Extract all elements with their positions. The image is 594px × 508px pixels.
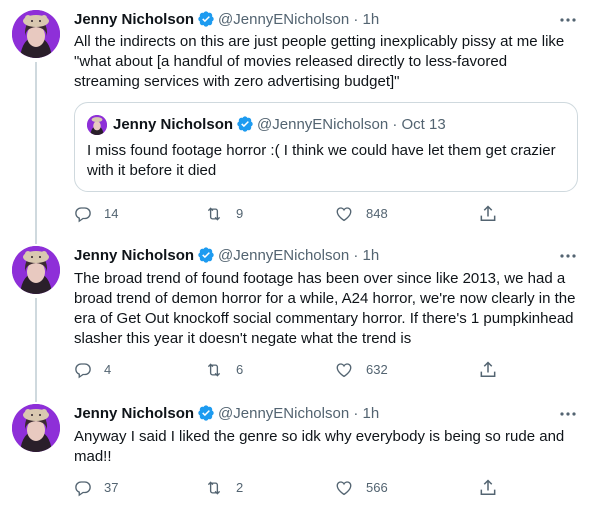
quote-timestamp: Oct 13 — [401, 116, 446, 133]
avatar-image — [12, 246, 60, 294]
tweet-header: Jenny Nicholson @JennyENicholson · 1h — [74, 246, 379, 266]
timestamp[interactable]: 1h — [363, 11, 380, 28]
like-button[interactable]: 566 — [334, 478, 388, 498]
handle[interactable]: @JennyENicholson — [218, 11, 349, 28]
tweet-text: All the indirects on this are just peopl… — [74, 33, 565, 90]
timestamp[interactable]: 1h — [363, 405, 380, 422]
handle[interactable]: @JennyENicholson — [218, 405, 349, 422]
verified-badge-icon — [236, 115, 254, 139]
action-bar: 37 2 566 — [74, 478, 580, 498]
timestamp[interactable]: 1h — [363, 247, 380, 264]
tweet-2[interactable]: Jenny Nicholson @JennyENicholson · 1h The… — [0, 236, 594, 394]
reply-button[interactable]: 37 — [74, 478, 118, 498]
thread-line — [35, 62, 37, 236]
quoted-tweet[interactable]: Jenny Nicholson @JennyENicholson · Oct 13… — [74, 102, 578, 192]
thread-line — [35, 236, 37, 244]
handle[interactable]: @JennyENicholson — [218, 247, 349, 264]
display-name[interactable]: Jenny Nicholson — [74, 405, 194, 422]
quote-avatar — [87, 115, 107, 135]
quote-display-name: Jenny Nicholson — [113, 116, 234, 133]
share-icon — [478, 478, 498, 498]
retweet-icon — [204, 479, 224, 497]
verified-badge-icon — [197, 246, 215, 270]
like-count: 848 — [366, 206, 388, 221]
tweet-header: Jenny Nicholson @JennyENicholson · 1h — [74, 404, 379, 424]
retweet-icon — [204, 205, 224, 223]
like-button[interactable]: 848 — [334, 204, 388, 224]
retweet-icon — [204, 361, 224, 379]
tweet-header: Jenny Nicholson @JennyENicholson · 1h — [74, 10, 379, 30]
separator-dot: · — [353, 405, 359, 422]
like-count: 632 — [366, 362, 388, 377]
reply-button[interactable]: 14 — [74, 204, 118, 224]
reply-button[interactable]: 4 — [74, 360, 111, 380]
avatar-image — [12, 404, 60, 452]
tweet-text: The broad trend of found footage has bee… — [74, 270, 576, 347]
reply-count: 4 — [104, 362, 112, 377]
thread-line — [35, 298, 37, 394]
display-name[interactable]: Jenny Nicholson — [74, 247, 194, 264]
like-button[interactable]: 632 — [334, 360, 388, 380]
tweet-3[interactable]: Jenny Nicholson @JennyENicholson · 1h Any… — [0, 394, 594, 508]
reply-icon — [74, 205, 92, 223]
verified-badge-icon — [197, 10, 215, 34]
retweet-count: 6 — [236, 362, 244, 377]
heart-icon — [334, 361, 354, 379]
avatar[interactable] — [12, 404, 60, 452]
share-icon — [478, 204, 498, 224]
reply-count: 37 — [104, 480, 119, 495]
like-count: 566 — [366, 480, 388, 495]
action-bar: 14 9 848 — [74, 204, 580, 224]
tweet-1[interactable]: Jenny Nicholson @JennyENicholson · 1h All… — [0, 0, 594, 236]
action-bar: 4 6 632 — [74, 360, 580, 380]
more-dots-icon[interactable] — [558, 246, 578, 266]
retweet-button[interactable]: 9 — [204, 204, 243, 224]
retweet-count: 2 — [236, 480, 244, 495]
quote-header: Jenny Nicholson @JennyENicholson · Oct 13 — [113, 115, 446, 139]
separator-dot: · — [353, 247, 359, 264]
retweet-button[interactable]: 6 — [204, 360, 243, 380]
thread-line — [35, 394, 37, 402]
quote-handle: @JennyENicholson — [257, 116, 389, 133]
retweet-count: 9 — [236, 206, 244, 221]
reply-icon — [74, 479, 92, 497]
tweet-text: Anyway I said I liked the genre so idk w… — [74, 428, 565, 465]
display-name[interactable]: Jenny Nicholson — [74, 11, 194, 28]
retweet-button[interactable]: 2 — [204, 478, 243, 498]
quote-text: I miss found footage horror :( I think w… — [87, 142, 556, 179]
verified-badge-icon — [197, 404, 215, 428]
share-button[interactable] — [478, 204, 498, 224]
more-dots-icon[interactable] — [558, 10, 578, 30]
share-icon — [478, 360, 498, 380]
share-button[interactable] — [478, 360, 498, 380]
separator-dot: · — [392, 116, 398, 133]
share-button[interactable] — [478, 478, 498, 498]
heart-icon — [334, 479, 354, 497]
reply-count: 14 — [104, 206, 119, 221]
avatar[interactable] — [12, 10, 60, 58]
more-dots-icon[interactable] — [558, 404, 578, 424]
heart-icon — [334, 205, 354, 223]
reply-icon — [74, 361, 92, 379]
separator-dot: · — [353, 11, 359, 28]
avatar[interactable] — [12, 246, 60, 294]
avatar-image — [12, 10, 60, 58]
